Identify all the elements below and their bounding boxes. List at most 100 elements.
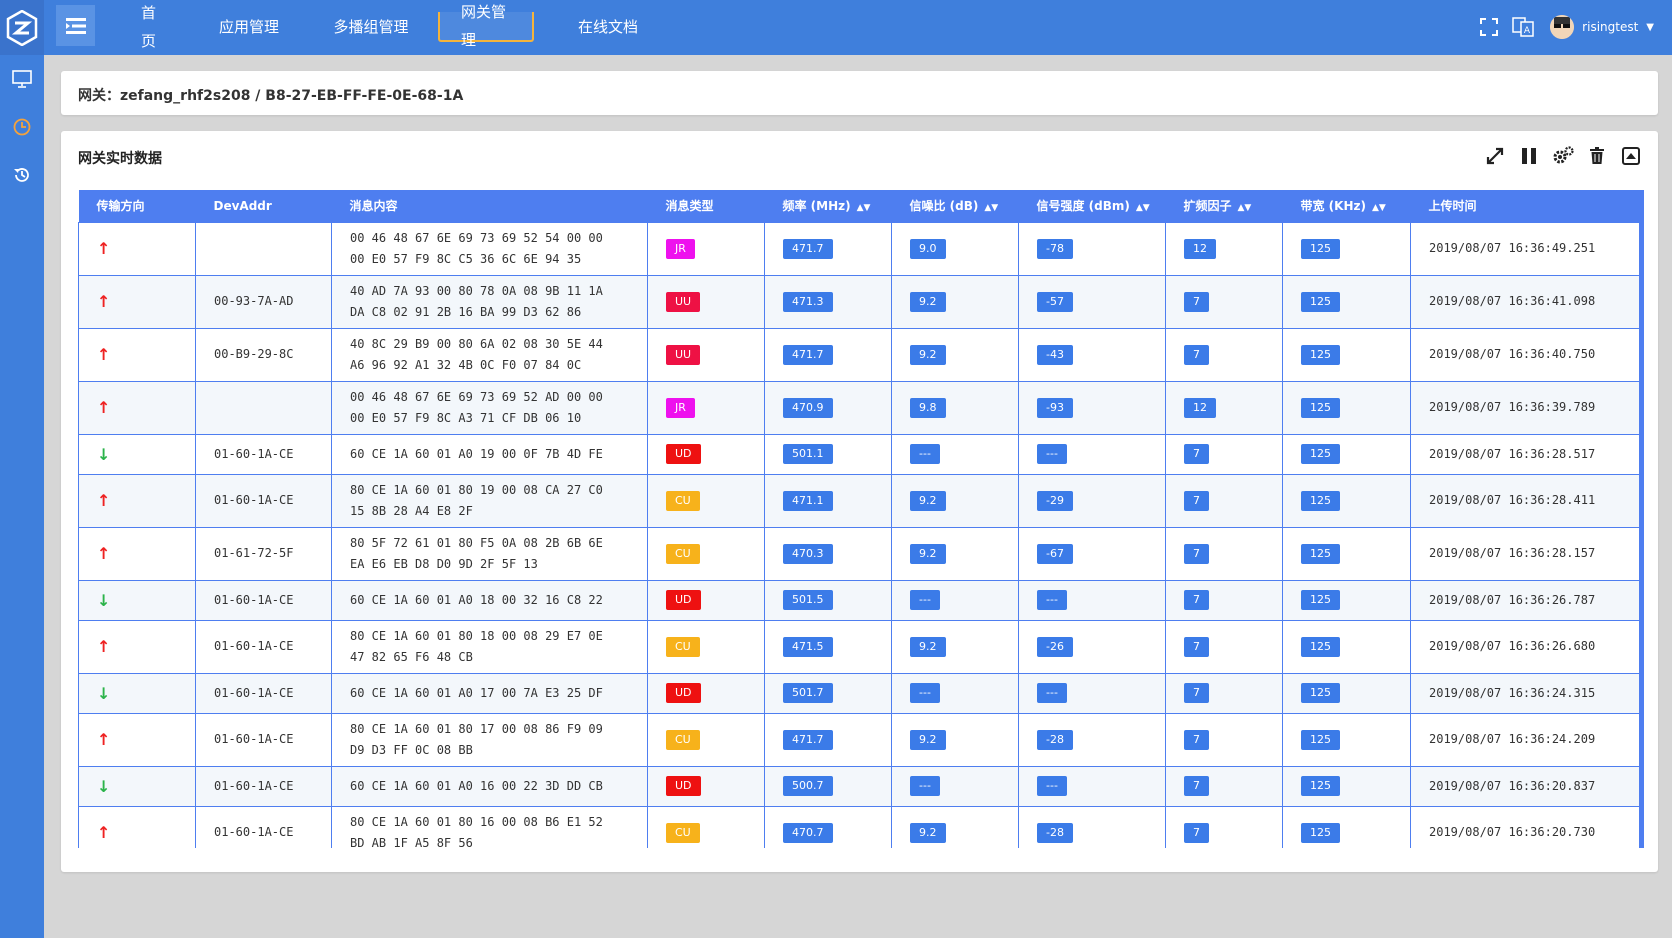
gateway-info-card: 网关：zefang_rhf2s208 / B8-27-EB-FF-FE-0E-6… — [61, 71, 1658, 115]
table-row[interactable]: ↑ 00-B9-29-8C 40 8C 29 B9 00 80 6A 02 08 3… — [78, 327, 1640, 382]
sf-badge: 12 — [1184, 397, 1216, 418]
table-row[interactable]: ↓ 01-60-1A-CE 60 CE 1A 60 01 A0 16 00 22 3… — [78, 765, 1640, 807]
sidebar-item-realtime[interactable] — [0, 103, 44, 151]
cell-upload-time: 2019/08/07 16:36:24.209 — [1410, 712, 1640, 767]
fullscreen-icon[interactable] — [1480, 18, 1499, 36]
sf-badge: 7 — [1184, 344, 1209, 365]
rssi-badge: -28 — [1037, 822, 1073, 843]
cell-bandwidth: 125 — [1282, 579, 1411, 621]
sidebar-item-monitor[interactable] — [0, 55, 44, 103]
trash-icon[interactable] — [1586, 145, 1608, 167]
sort-icon[interactable]: ▲▼ — [857, 203, 871, 213]
sort-icon[interactable]: ▲▼ — [1372, 203, 1386, 213]
header-spreading-factor[interactable]: 扩频因子 ▲▼ — [1165, 190, 1283, 222]
cell-upload-time: 2019/08/07 16:36:28.411 — [1410, 473, 1640, 528]
header-rssi[interactable]: 信号强度 (dBm) ▲▼ — [1018, 190, 1166, 222]
cell-payload: 60 CE 1A 60 01 A0 16 00 22 3D DD CB — [331, 765, 648, 807]
cell-frequency: 471.7 — [764, 712, 892, 767]
table-row[interactable]: ↓ 01-60-1A-CE 60 CE 1A 60 01 A0 19 00 0F 7… — [78, 433, 1640, 475]
cell-upload-time: 2019/08/07 16:36:41.098 — [1410, 274, 1640, 329]
sort-icon[interactable]: ▲▼ — [984, 203, 998, 213]
expand-icon[interactable] — [1484, 145, 1506, 167]
table-row[interactable]: ↓ 01-60-1A-CE 60 CE 1A 60 01 A0 17 00 7A E… — [78, 672, 1640, 714]
cell-type: CU — [647, 712, 765, 767]
translate-icon[interactable]: A — [1512, 16, 1534, 38]
header-devaddr: DevAddr — [195, 190, 332, 222]
cell-payload: 80 CE 1A 60 01 80 16 00 08 B6 E1 52 BD AB… — [331, 805, 648, 848]
frequency-badge: 470.3 — [783, 543, 833, 564]
rssi-badge: --- — [1037, 444, 1067, 464]
payload-line: 80 CE 1A 60 01 80 18 00 08 29 E7 0E — [350, 628, 603, 643]
nav-item-applications[interactable]: 应用管理 — [190, 12, 308, 42]
snr-badge: --- — [910, 776, 940, 796]
cell-devaddr — [195, 380, 332, 435]
gears-icon[interactable] — [1552, 145, 1574, 167]
arrow-down-icon: ↓ — [97, 776, 111, 796]
header-bandwidth[interactable]: 带宽 (KHz) ▲▼ — [1282, 190, 1411, 222]
message-type-badge: UD — [666, 683, 701, 703]
table-row[interactable]: ↑ 01-60-1A-CE 80 CE 1A 60 01 80 19 00 08 C… — [78, 473, 1640, 528]
cell-direction: ↑ — [78, 712, 196, 767]
sort-icon[interactable]: ▲▼ — [1238, 203, 1252, 213]
table-row[interactable]: ↑ 00-93-7A-AD 40 AD 7A 93 00 80 78 0A 08 9… — [78, 274, 1640, 329]
cell-bandwidth: 125 — [1282, 805, 1411, 848]
table-row[interactable]: ↑ 01-60-1A-CE 80 CE 1A 60 01 80 18 00 08 2… — [78, 619, 1640, 674]
rssi-badge: -93 — [1037, 397, 1073, 418]
snr-badge: --- — [910, 683, 940, 703]
table-scrollbar[interactable] — [1639, 190, 1644, 848]
message-type-badge: CU — [666, 822, 700, 843]
payload-line: 80 CE 1A 60 01 80 17 00 08 86 F9 09 — [350, 721, 603, 736]
username[interactable]: risingtest — [1582, 20, 1638, 34]
sort-icon[interactable]: ▲▼ — [1136, 203, 1150, 213]
cell-bandwidth: 125 — [1282, 380, 1411, 435]
cell-spreading-factor: 7 — [1165, 473, 1283, 528]
message-type-badge: UU — [666, 344, 701, 365]
cell-payload: 40 8C 29 B9 00 80 6A 02 08 30 5E 44 A6 96… — [331, 327, 648, 382]
message-type-badge: UD — [666, 776, 701, 796]
table-row[interactable]: ↑ 01-60-1A-CE 80 CE 1A 60 01 80 17 00 08 8… — [78, 712, 1640, 767]
cell-direction: ↓ — [78, 579, 196, 621]
table-row[interactable]: ↑ 01-60-1A-CE 80 CE 1A 60 01 80 16 00 08 B… — [78, 805, 1640, 848]
collapse-icon[interactable] — [1620, 145, 1642, 167]
arrow-up-icon: ↑ — [97, 544, 111, 563]
nav-item-multicast[interactable]: 多播组管理 — [308, 12, 434, 42]
header-snr[interactable]: 信噪比 (dB) ▲▼ — [891, 190, 1019, 222]
realtime-table-container[interactable]: 传输方向 DevAddr 消息内容 消息类型 频率 (MHz) ▲▼ 信噪比 (d… — [78, 190, 1644, 848]
user-avatar[interactable] — [1550, 15, 1575, 39]
snr-badge: 9.2 — [910, 543, 946, 564]
sf-badge: 7 — [1184, 822, 1209, 843]
app-logo[interactable] — [0, 0, 44, 55]
rssi-badge: --- — [1037, 776, 1067, 796]
cell-snr: --- — [891, 579, 1019, 621]
nav-item-home[interactable]: 首页 — [118, 4, 190, 50]
cell-rssi: --- — [1018, 433, 1166, 475]
frequency-badge: 471.7 — [783, 238, 833, 259]
message-type-badge: UU — [666, 291, 701, 312]
snr-badge: 9.0 — [910, 238, 946, 259]
cell-type: UD — [647, 433, 765, 475]
table-row[interactable]: ↓ 01-60-1A-CE 60 CE 1A 60 01 A0 18 00 32 1… — [78, 579, 1640, 621]
cell-devaddr: 01-60-1A-CE — [195, 619, 332, 674]
pause-icon[interactable] — [1518, 145, 1540, 167]
bandwidth-badge: 125 — [1301, 490, 1340, 511]
rssi-badge: -43 — [1037, 344, 1073, 365]
payload-line: A6 96 92 A1 32 4B 0C F0 07 84 0C — [350, 357, 582, 372]
nav-item-docs[interactable]: 在线文档 — [538, 12, 678, 42]
cell-spreading-factor: 7 — [1165, 765, 1283, 807]
cell-snr: 9.0 — [891, 221, 1019, 276]
chevron-down-icon[interactable]: ▼ — [1646, 22, 1654, 33]
cell-direction: ↓ — [78, 433, 196, 475]
snr-badge: 9.2 — [910, 490, 946, 511]
header-frequency[interactable]: 频率 (MHz) ▲▼ — [764, 190, 892, 222]
arrow-down-icon: ↓ — [97, 683, 111, 703]
nav-item-gateways[interactable]: 网关管理 — [438, 3, 534, 49]
cell-rssi: --- — [1018, 579, 1166, 621]
sidebar-item-history[interactable] — [0, 151, 44, 199]
menu-toggle-button[interactable] — [56, 5, 95, 46]
cell-type: CU — [647, 526, 765, 581]
bandwidth-badge: 125 — [1301, 683, 1340, 703]
table-row[interactable]: ↑ 00 46 48 67 6E 69 73 69 52 AD 00 00 00 E… — [78, 380, 1640, 435]
table-row[interactable]: ↑ 01-61-72-5F 80 5F 72 61 01 80 F5 0A 08 2… — [78, 526, 1640, 581]
cell-devaddr: 01-60-1A-CE — [195, 765, 332, 807]
table-row[interactable]: ↑ 00 46 48 67 6E 69 73 69 52 54 00 00 00 E… — [78, 221, 1640, 276]
